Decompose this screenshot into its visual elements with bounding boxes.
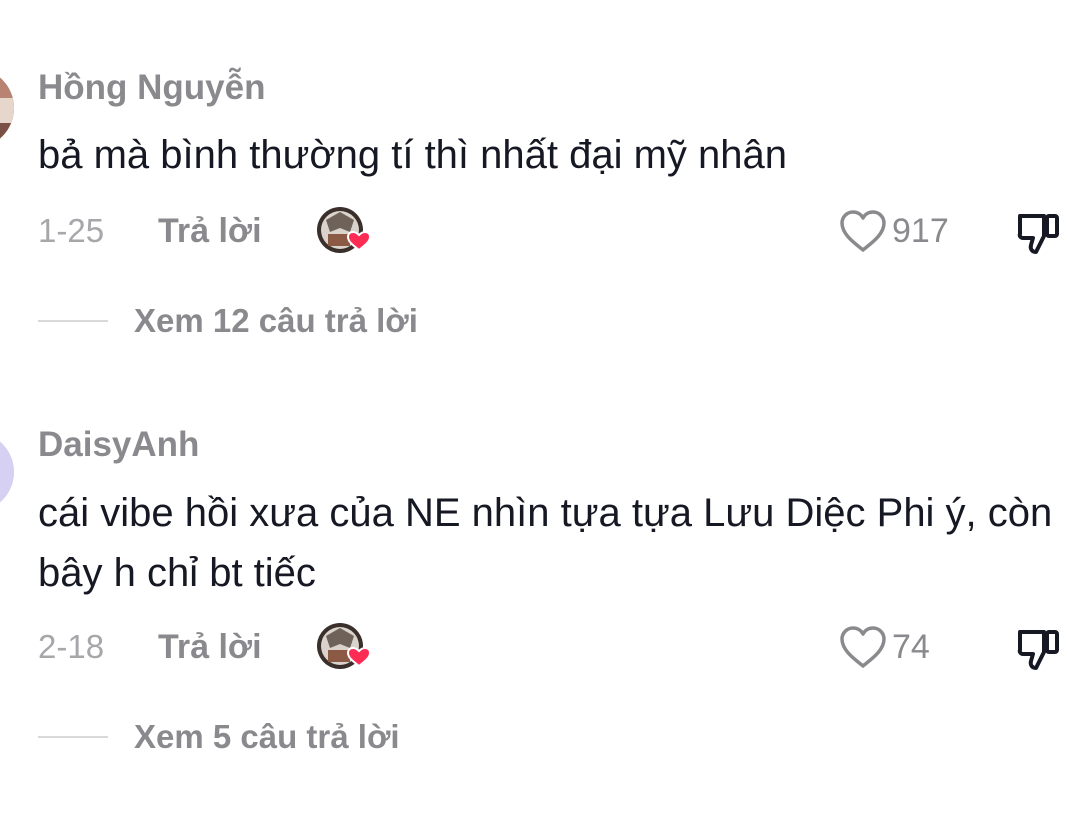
like-count: 917 xyxy=(892,211,949,250)
comment-meta-row: 1-25 Trả lời 917 xyxy=(0,202,1070,262)
comment-date: 2-18 xyxy=(38,628,105,665)
reply-button[interactable]: Trả lời xyxy=(158,212,262,251)
dislike-button[interactable] xyxy=(1016,210,1062,261)
view-replies-label: Xem 5 câu trả lời xyxy=(134,718,400,755)
comment-text: bả mà bình thường tí thì nhất đại mỹ nhâ… xyxy=(38,133,788,177)
user-avatar[interactable] xyxy=(0,68,14,148)
heart-outline-icon xyxy=(840,210,886,252)
dislike-button[interactable] xyxy=(1016,626,1062,677)
heart-outline-icon xyxy=(840,626,886,668)
creator-heart-badge-icon xyxy=(317,207,372,253)
comment-date: 1-25 xyxy=(38,212,105,249)
thumbs-down-icon xyxy=(1017,630,1059,670)
username[interactable]: Hồng Nguyễn xyxy=(38,68,265,108)
avatar-photo xyxy=(0,432,14,512)
comment-meta-row: 2-18 Trả lời 74 xyxy=(0,618,1070,678)
username[interactable]: DaisyAnh xyxy=(38,425,199,465)
user-avatar[interactable] xyxy=(0,432,14,512)
creator-liked-badge xyxy=(316,206,372,256)
like-count: 74 xyxy=(892,627,930,666)
view-replies-button[interactable]: Xem 5 câu trả lời xyxy=(0,712,400,762)
creator-liked-badge xyxy=(316,622,372,672)
divider-line xyxy=(38,320,108,322)
like-button[interactable]: 74 xyxy=(838,624,930,670)
divider-line xyxy=(38,736,108,738)
view-replies-label: Xem 12 câu trả lời xyxy=(134,302,418,339)
creator-heart-badge-icon xyxy=(317,623,372,669)
thumbs-down-icon xyxy=(1017,214,1059,254)
comment-text: cái vibe hồi xưa của NE nhìn tựa tựa Lưu… xyxy=(38,491,1053,595)
reply-button[interactable]: Trả lời xyxy=(158,628,262,667)
like-button[interactable]: 917 xyxy=(838,208,949,254)
avatar-photo xyxy=(0,68,14,148)
view-replies-button[interactable]: Xem 12 câu trả lời xyxy=(0,296,418,346)
